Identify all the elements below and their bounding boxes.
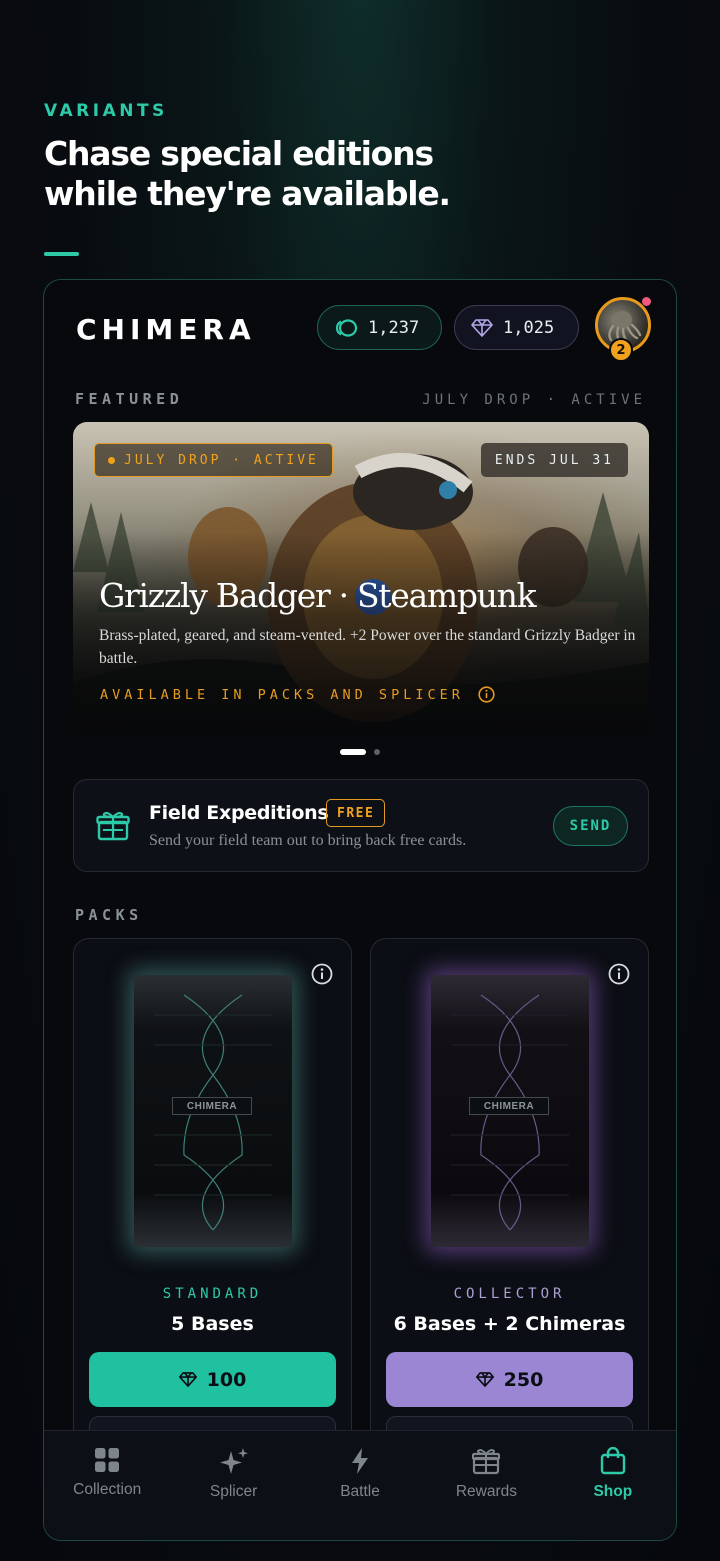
- hero-description: Brass-plated, geared, and steam-vented. …: [99, 627, 636, 667]
- tab-label: Collection: [73, 1481, 142, 1498]
- pack-type-label: STANDARD: [162, 1286, 263, 1302]
- collector-pack-card[interactable]: CHIMERA COLLECTOR 6 Bases + 2 Chimeras 2…: [370, 938, 649, 1458]
- gift-box-icon: [96, 811, 130, 841]
- free-badge: FREE: [326, 799, 386, 827]
- standard-pack-image: CHIMERA: [134, 975, 292, 1247]
- headline-line-2: while they're available.: [44, 174, 451, 213]
- buy-standard-pack-button[interactable]: 100: [89, 1352, 336, 1407]
- accent-divider: [44, 252, 79, 256]
- pack-contents: 6 Bases + 2 Chimeras: [393, 1313, 626, 1335]
- field-expeditions-card[interactable]: Field Expeditions FREE Send your field t…: [73, 779, 649, 872]
- variants-eyebrow: VARIANTS: [44, 101, 168, 121]
- app-screen: CHIMERA 1,237 1,025 2 FEATURED JULY DROP…: [43, 279, 677, 1541]
- tab-battle[interactable]: Battle: [297, 1431, 423, 1540]
- hero-title: Grizzly Badger · Steampunk: [99, 576, 537, 615]
- info-icon[interactable]: [478, 686, 495, 703]
- gift-icon: [472, 1449, 501, 1475]
- notification-dot: [642, 297, 651, 306]
- bottom-tab-bar: Collection Splicer Battle Rewards Shop: [44, 1430, 676, 1540]
- tab-label: Splicer: [209, 1483, 258, 1500]
- pack-logo: CHIMERA: [469, 1097, 549, 1115]
- shopping-bag-icon: [600, 1447, 626, 1475]
- tab-label: Shop: [593, 1483, 633, 1500]
- grid-icon: [95, 1448, 120, 1472]
- coin-icon: [335, 318, 358, 337]
- coin-balance-value: 1,237: [368, 317, 420, 338]
- status-dot: [108, 456, 115, 464]
- pack-type-label: COLLECTOR: [453, 1286, 566, 1302]
- top-bar: CHIMERA 1,237 1,025 2: [44, 280, 676, 376]
- info-icon[interactable]: [608, 963, 630, 985]
- gem-icon: [178, 1372, 197, 1387]
- featured-meta: JULY DROP · ACTIVE: [422, 392, 646, 408]
- profile-avatar[interactable]: 2: [595, 297, 651, 362]
- carousel-dot[interactable]: [374, 749, 380, 755]
- gem-balance[interactable]: 1,025: [454, 305, 579, 350]
- sparkle-icon: [219, 1448, 248, 1474]
- carousel-dot-active[interactable]: [340, 749, 366, 755]
- coin-balance[interactable]: 1,237: [317, 305, 442, 350]
- drop-status-text: JULY DROP · ACTIVE: [124, 452, 319, 468]
- tab-collection[interactable]: Collection: [44, 1431, 170, 1540]
- tab-rewards[interactable]: Rewards: [423, 1431, 549, 1540]
- gem-icon: [471, 318, 493, 337]
- price-label: 250: [503, 1368, 544, 1391]
- collector-pack-image: CHIMERA: [431, 975, 589, 1247]
- gem-icon: [475, 1372, 494, 1387]
- drop-status-tag: JULY DROP · ACTIVE: [94, 443, 333, 477]
- ends-badge: ENDS JUL 31: [480, 443, 628, 477]
- pack-logo: CHIMERA: [172, 1097, 252, 1115]
- tab-label: Rewards: [455, 1483, 517, 1500]
- pack-contents: 5 Bases: [171, 1313, 254, 1335]
- gem-balance-value: 1,025: [503, 317, 555, 338]
- expedition-subtitle: Send your field team out to bring back f…: [149, 832, 467, 849]
- send-button[interactable]: SEND: [553, 806, 628, 846]
- price-label: 100: [206, 1368, 247, 1391]
- page-headline: Chase special editions while they're ava…: [44, 134, 644, 214]
- buy-collector-pack-button[interactable]: 250: [386, 1352, 633, 1407]
- info-icon[interactable]: [311, 963, 333, 985]
- featured-label: FEATURED: [75, 390, 184, 408]
- tab-label: Battle: [340, 1483, 380, 1500]
- expedition-title: Field Expeditions: [149, 802, 329, 824]
- level-badge: 2: [609, 338, 633, 362]
- carousel-pagination[interactable]: [340, 749, 380, 755]
- headline-line-1: Chase special editions: [44, 134, 434, 173]
- featured-hero-card[interactable]: JULY DROP · ACTIVE ENDS JUL 31 Grizzly B…: [73, 422, 649, 736]
- app-brand: CHIMERA: [76, 313, 256, 346]
- lightning-icon: [352, 1448, 369, 1474]
- availability-text: AVAILABLE IN PACKS AND SPLICER: [100, 686, 464, 703]
- hero-availability: AVAILABLE IN PACKS AND SPLICER: [100, 686, 495, 703]
- tab-splicer[interactable]: Splicer: [170, 1431, 296, 1540]
- tab-shop[interactable]: Shop: [550, 1431, 676, 1540]
- standard-pack-card[interactable]: CHIMERA STANDARD 5 Bases 100: [73, 938, 352, 1458]
- packs-label: PACKS: [75, 906, 143, 924]
